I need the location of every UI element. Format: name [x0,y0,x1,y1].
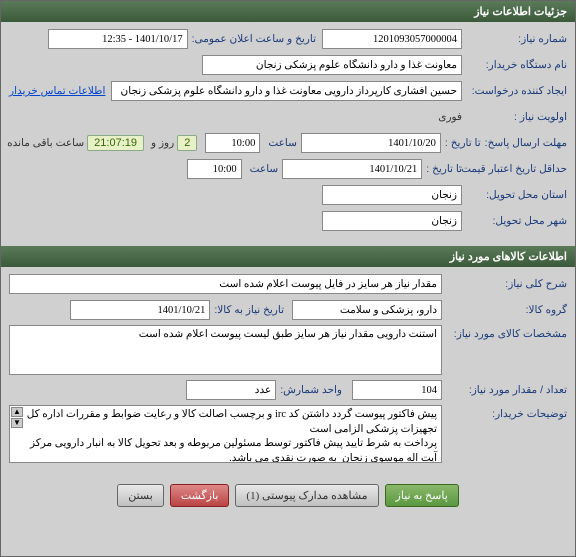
goods-section-title: اطلاعات کالاهای مورد نیاز [1,246,575,267]
reply-time-label: ساعت [264,137,297,149]
countdown: 2 روز و 21:07:19 ساعت باقی مانده [3,135,197,151]
priority-label: اولویت نیاز : [462,111,567,123]
window-title-bar: جزئیات اطلاعات نیاز [1,1,575,22]
scroll-up-icon[interactable]: ▲ [11,407,23,417]
goods-form: شرح کلی نیاز: گروه کالا: تاریخ نیاز به ک… [1,267,575,476]
public-date-label: تاریخ و ساعت اعلان عمومی: [188,33,316,45]
buyer-name-label: نام دستگاه خریدار: [462,59,567,71]
need-number-label: شماره نیاز: [462,33,567,45]
need-goods-date-label: تاریخ نیاز به کالا: [210,304,284,316]
requester-label: ایجاد کننده درخواست: [462,85,567,97]
buyer-notes-label: توضیحات خریدار: [442,405,567,420]
priority-value: فوری [434,111,462,123]
remaining-days-label: روز و [147,137,174,149]
textarea-scrollbar[interactable]: ▲ ▼ [11,407,23,428]
credit-time-field[interactable] [187,159,242,179]
qty-field[interactable] [352,380,442,400]
remaining-suffix: ساعت باقی مانده [3,137,84,149]
delivery-city-label: شهر محل تحویل: [462,215,567,227]
scroll-down-icon[interactable]: ▼ [11,418,23,428]
goods-spec-field[interactable] [9,325,442,375]
goods-group-field[interactable] [292,300,442,320]
window-title: جزئیات اطلاعات نیاز [474,6,567,18]
public-date-field[interactable] [48,29,188,49]
buyer-name-field[interactable] [202,55,462,75]
unit-field[interactable] [186,380,276,400]
delivery-city-field[interactable] [322,211,462,231]
requester-field[interactable] [111,81,462,101]
need-number-field[interactable] [322,29,462,49]
remaining-days: 2 [177,135,197,151]
buyer-contact-link[interactable]: اطلاعات تماس خریدار [9,85,105,97]
to-date-label-2: تا تاریخ : [422,163,462,175]
need-desc-field[interactable] [9,274,442,294]
reply-date-field[interactable] [301,133,441,153]
back-button[interactable]: بازگشت [170,484,230,507]
attachments-button[interactable]: مشاهده مدارک پیوستی (1) [235,484,378,507]
goods-spec-label: مشخصات کالای مورد نیاز: [442,325,567,340]
buyer-notes-field[interactable] [9,405,442,463]
reply-button[interactable]: پاسخ به نیاز [385,484,459,507]
credit-deadline-label: حداقل تاریخ اعتبار قیمت: [462,163,567,175]
close-button[interactable]: بستن [117,484,164,507]
to-date-label-1: تا تاریخ : [441,137,481,149]
credit-time-label: ساعت [246,163,279,175]
reply-deadline-label: مهلت ارسال پاسخ: [481,137,567,149]
reply-time-field[interactable] [205,133,260,153]
goods-group-label: گروه کالا: [442,304,567,316]
need-desc-label: شرح کلی نیاز: [442,278,567,290]
unit-label: واحد شمارش: [276,384,342,396]
need-goods-date-field[interactable] [70,300,210,320]
main-form: شماره نیاز: تاریخ و ساعت اعلان عمومی: نا… [1,22,575,242]
details-window: جزئیات اطلاعات نیاز شماره نیاز: تاریخ و … [0,0,576,557]
delivery-state-label: استان محل تحویل: [462,189,567,201]
qty-label: تعداد / مقدار مورد نیاز: [442,384,567,396]
delivery-state-field[interactable] [322,185,462,205]
remaining-time: 21:07:19 [87,135,144,151]
credit-date-field[interactable] [282,159,422,179]
button-row: پاسخ به نیاز مشاهده مدارک پیوستی (1) باز… [1,476,575,515]
